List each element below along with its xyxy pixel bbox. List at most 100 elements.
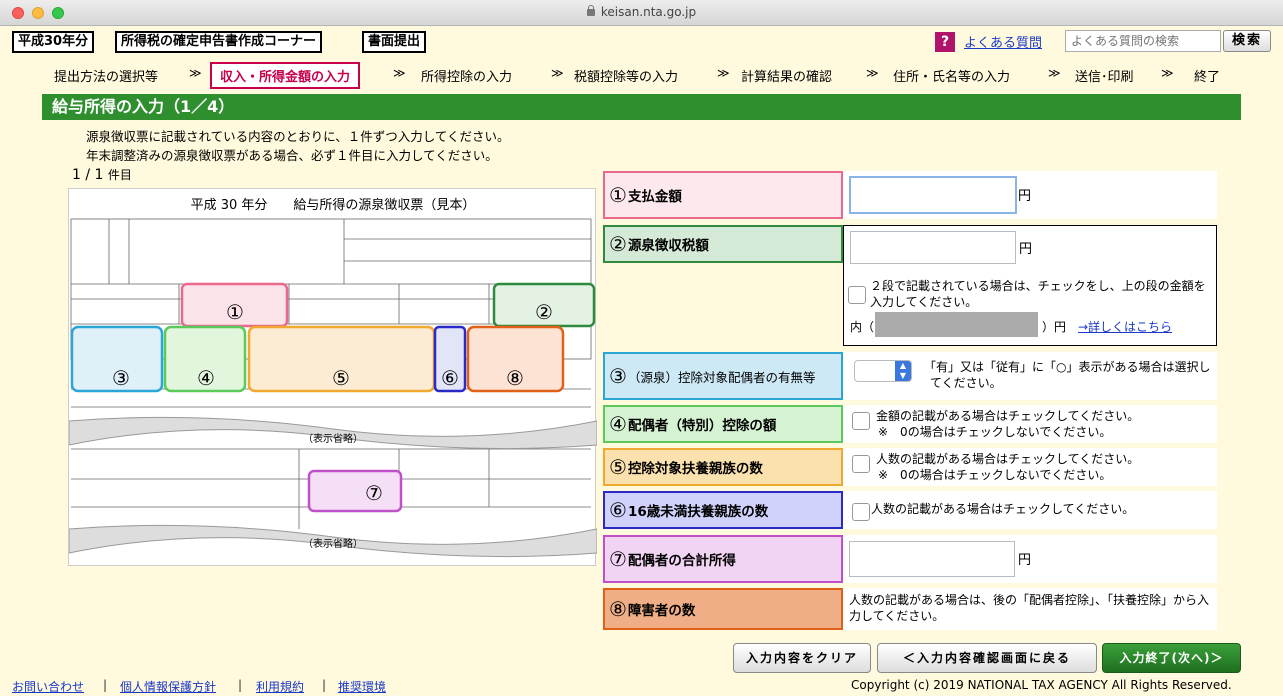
- field-label-payment: ① 支払金額: [603, 171, 843, 219]
- inner-prefix: 内（: [850, 320, 875, 334]
- footer-environment-link[interactable]: 推奨環境: [338, 678, 386, 695]
- spouse-status-select[interactable]: ▲ ▼: [854, 360, 912, 382]
- footer-privacy-link[interactable]: 個人情報保護方針: [120, 678, 216, 695]
- spouse-status-note: 「有」又は「従有」に「○」表示がある場合は選択してください。: [924, 360, 1211, 390]
- field-label-text: 配偶者（特別）控除の額: [627, 418, 777, 434]
- search-button[interactable]: 検索: [1223, 30, 1271, 52]
- dependents-note-zero: ※ 0の場合はチェックしないでください。: [878, 468, 1112, 482]
- field-label-under16: ⑥ 16歳未満扶養親族の数: [603, 491, 843, 529]
- faq-question-icon[interactable]: ?: [935, 32, 955, 52]
- copyright: Copyright (c) 2019 NATIONAL TAX AGENCY A…: [851, 678, 1232, 692]
- field-row-spouse-income: 円: [843, 535, 1217, 583]
- step-deduction: 所得控除の入力: [421, 70, 513, 85]
- select-arrows-icon: ▲ ▼: [895, 361, 911, 381]
- field-label-spouse-deduction: ④ 配偶者（特別）控除の額: [603, 405, 843, 443]
- under16-checkbox[interactable]: [852, 503, 870, 521]
- field-num: ⑤: [609, 455, 627, 479]
- slip-title: 平成 30 年分 給与所得の源泉徴収票（見本）: [191, 197, 476, 213]
- field-label-text: 16歳未満扶養親族の数: [627, 504, 769, 520]
- slip-mark-2: ②: [535, 300, 553, 324]
- field-num: ⑧: [609, 597, 627, 621]
- url-text: keisan.nta.go.jp: [600, 5, 697, 19]
- slip-omitted-1: （表示省略）: [303, 432, 363, 445]
- field-label-text: 支払金額: [627, 189, 682, 205]
- field-label-withholding: ② 源泉徴収税額: [603, 225, 843, 263]
- withholding-slip-sample: 平成 30 年分 給与所得の源泉徴収票（見本） （表示省略） （表示省略） ① …: [68, 188, 597, 566]
- dependents-note: 人数の記載がある場合はチェックしてください。: [876, 452, 1140, 466]
- year-badge: 平成30年分: [12, 31, 95, 53]
- record-counter-unit: 件目: [107, 168, 132, 182]
- spouse-deduction-checkbox[interactable]: [852, 412, 870, 430]
- field-label-spouse-income: ⑦ 配偶者の合計所得: [603, 535, 843, 583]
- step-method: 提出方法の選択等: [54, 70, 159, 85]
- mode-badge: 書面提出: [362, 31, 427, 53]
- finish-input-next-button[interactable]: 入力終了(次へ)＞: [1102, 643, 1241, 673]
- field-row-withholding: 円 ２段で記載されている場合は、チェックをし、上の段の金額を入力してください。 …: [843, 225, 1217, 346]
- step-result: 計算結果の確認: [741, 70, 833, 85]
- step-arrow: ≫: [393, 66, 406, 80]
- field-num: ①: [609, 183, 627, 207]
- footer: お問い合わせ | 個人情報保護方針 | 利用規約 | 推奨環境 Copyrigh…: [0, 676, 1283, 696]
- withholding-tax-input[interactable]: [850, 231, 1016, 264]
- progress-steps: 提出方法の選択等 ≫ 収入・所得金額の入力 ≫ 所得控除の入力 ≫ 税額控除等の…: [0, 60, 1283, 89]
- step-arrow: ≫: [1048, 66, 1061, 80]
- field-num: ④: [609, 412, 627, 436]
- back-to-confirm-button[interactable]: ＜入力内容確認画面に戻る: [877, 643, 1097, 673]
- slip-omitted-2: （表示省略）: [303, 537, 363, 550]
- payment-amount-input[interactable]: [849, 176, 1017, 214]
- inner-amount-disabled-input: [875, 312, 1038, 337]
- two-tier-checkbox[interactable]: [848, 286, 866, 304]
- footer-separator: |: [238, 678, 243, 692]
- spouse-deduction-note: 金額の記載がある場合はチェックしてください。: [876, 409, 1140, 423]
- yen-unit: 円: [1018, 189, 1032, 204]
- details-link[interactable]: →詳しくはこちら: [1078, 319, 1172, 335]
- faq-link[interactable]: よくある質問: [964, 32, 1042, 51]
- instruction-line-2: 年末調整済みの源泉徴収票がある場合、必ず１件目に入力してください。: [86, 148, 498, 163]
- field-label-text: 障害者の数: [627, 603, 696, 619]
- record-counter: 1 / 1 件目: [72, 166, 132, 183]
- step-arrow: ≫: [551, 66, 564, 80]
- yen-unit: 円: [1019, 242, 1033, 257]
- field-row-under16: 人数の記載がある場合はチェックしてください。: [843, 491, 1217, 529]
- address-bar[interactable]: keisan.nta.go.jp: [0, 5, 1283, 19]
- instruction-line-1: 源泉徴収票に記載されている内容のとおりに、１件ずつ入力してください。: [86, 129, 510, 144]
- step-income-current: 収入・所得金額の入力: [210, 62, 361, 89]
- field-num: ⑦: [609, 547, 627, 571]
- slip-mark-8: ⑧: [506, 366, 524, 390]
- field-row-disabled: 人数の記載がある場合は、後の「配偶者控除」、「扶養控除」から入力してください。: [843, 588, 1217, 630]
- slip-mark-3: ③: [112, 366, 130, 390]
- field-label-dependents: ⑤ 控除対象扶養親族の数: [603, 448, 843, 486]
- corner-badge: 所得税の確定申告書作成コーナー: [115, 31, 323, 53]
- clear-input-button[interactable]: 入力内容をクリア: [733, 643, 871, 673]
- field-label-text: （源泉）控除対象配偶者の有無等: [627, 369, 816, 385]
- field-label-text: 配偶者の合計所得: [627, 553, 736, 569]
- step-arrow: ≫: [1161, 66, 1174, 80]
- lock-icon: [586, 5, 595, 16]
- step-tax-credit: 税額控除等の入力: [574, 70, 679, 85]
- step-arrow: ≫: [866, 66, 879, 80]
- spouse-income-input[interactable]: [849, 541, 1015, 577]
- step-end: 終了: [1194, 70, 1221, 85]
- footer-separator: |: [322, 678, 327, 692]
- footer-contact-link[interactable]: お問い合わせ: [12, 678, 84, 695]
- field-num: ③: [609, 364, 627, 388]
- step-arrow: ≫: [717, 66, 730, 80]
- browser-titlebar: keisan.nta.go.jp: [0, 0, 1283, 26]
- field-label-spouse-status: ③ （源泉）控除対象配偶者の有無等: [603, 352, 843, 400]
- disabled-note: 人数の記載がある場合は、後の「配偶者控除」、「扶養控除」から入力してください。: [849, 593, 1210, 623]
- inner-suffix: ）円: [1042, 320, 1067, 334]
- step-print: 送信･印刷: [1075, 70, 1134, 85]
- field-row-dependents: 人数の記載がある場合はチェックしてください。 ※ 0の場合はチェックしないでくだ…: [843, 448, 1217, 486]
- faq-search-input[interactable]: [1065, 30, 1221, 52]
- footer-separator: |: [103, 678, 108, 692]
- field-label-text: 控除対象扶養親族の数: [627, 461, 763, 477]
- two-tier-note: ２段で記載されている場合は、チェックをし、上の段の金額を入力してください。: [870, 279, 1206, 309]
- field-num: ②: [609, 232, 627, 256]
- step-arrow: ≫: [189, 66, 202, 80]
- footer-terms-link[interactable]: 利用規約: [256, 678, 304, 695]
- under16-note: 人数の記載がある場合はチェックしてください。: [871, 502, 1135, 516]
- record-counter-value: 1 / 1: [72, 167, 104, 183]
- dependents-checkbox[interactable]: [852, 455, 870, 473]
- field-row-spouse-deduction: 金額の記載がある場合はチェックしてください。 ※ 0の場合はチェックしないでくだ…: [843, 405, 1217, 443]
- field-row-payment: 円: [843, 171, 1217, 219]
